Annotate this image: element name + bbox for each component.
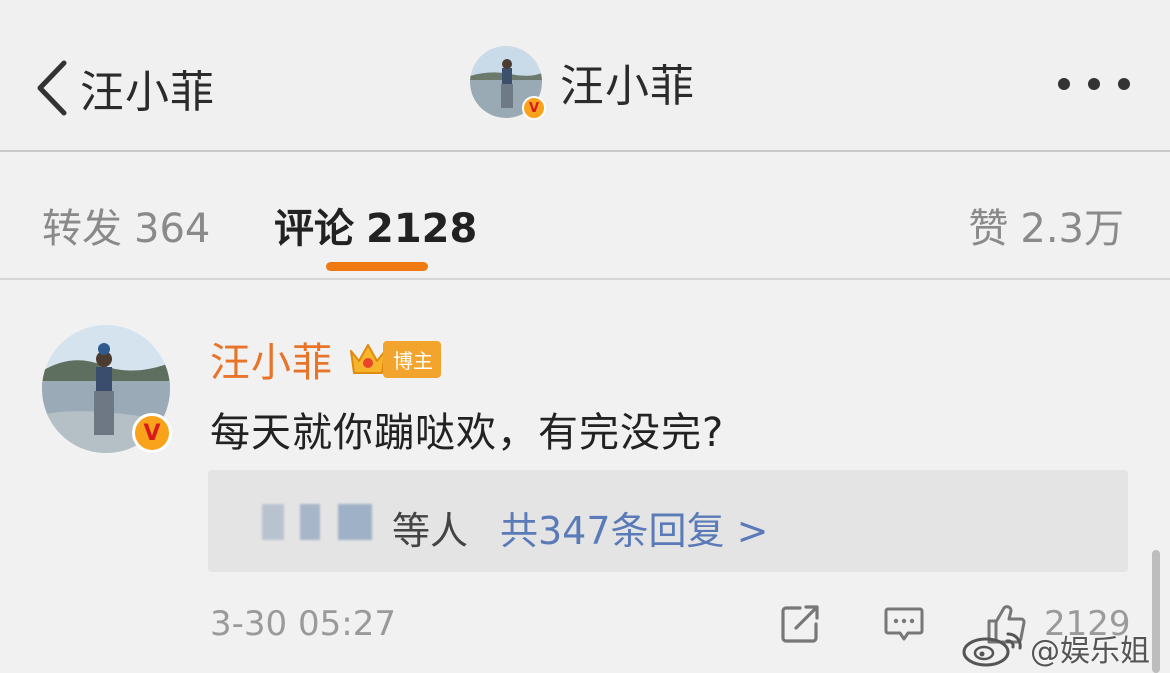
tab-reposts[interactable]: 转发 364 bbox=[42, 196, 210, 254]
weibo-logo-icon bbox=[962, 632, 1022, 667]
blurred-name bbox=[338, 504, 372, 540]
tab-comments-label: 评论 bbox=[274, 206, 354, 252]
back-button[interactable]: 汪小菲 bbox=[34, 56, 215, 120]
reply-summary[interactable]: 等人 共347条回复 > bbox=[208, 470, 1128, 572]
share-icon[interactable] bbox=[778, 602, 822, 646]
reply-users-suffix: 等人 bbox=[392, 509, 469, 553]
active-tab-indicator bbox=[326, 262, 428, 271]
tab-bar: 转发 364 评论 2128 赞 2.3万 bbox=[0, 152, 1170, 280]
blurred-name bbox=[262, 504, 284, 540]
comment-timestamp: 3-30 05:27 bbox=[210, 604, 396, 644]
back-label: 汪小菲 bbox=[80, 67, 215, 118]
host-badge: 博主 bbox=[347, 339, 441, 379]
scrollbar[interactable] bbox=[1152, 550, 1160, 673]
comment-user-line: 汪小菲 博主 bbox=[210, 330, 441, 388]
header-avatar[interactable]: V bbox=[470, 46, 546, 120]
comment-icon[interactable] bbox=[882, 602, 926, 646]
more-dots-icon[interactable] bbox=[1058, 78, 1130, 90]
tab-likes-count: 2.3万 bbox=[1020, 206, 1124, 252]
tab-likes[interactable]: 赞 2.3万 bbox=[968, 196, 1124, 254]
comment-username[interactable]: 汪小菲 bbox=[210, 330, 333, 388]
host-badge-label: 博主 bbox=[383, 340, 441, 378]
back-chevron-icon bbox=[37, 60, 67, 116]
tab-comments[interactable]: 评论 2128 bbox=[274, 196, 477, 254]
verified-badge: V bbox=[522, 96, 546, 120]
tab-reposts-label: 转发 bbox=[42, 206, 122, 252]
watermark: @娱乐姐 bbox=[960, 626, 1150, 670]
comment-text: 每天就你蹦哒欢，有完没完? bbox=[210, 410, 725, 456]
watermark-text: @娱乐姐 bbox=[1030, 634, 1150, 669]
tab-likes-label: 赞 bbox=[968, 206, 1009, 252]
blurred-name bbox=[300, 504, 320, 540]
comment-avatar[interactable]: V bbox=[42, 325, 172, 453]
verified-badge: V bbox=[132, 413, 172, 453]
header-profile[interactable]: V 汪小菲 bbox=[470, 46, 695, 120]
view-replies-link[interactable]: 共347条回复 > bbox=[500, 500, 768, 555]
tab-comments-count: 2128 bbox=[366, 206, 478, 252]
tab-reposts-count: 364 bbox=[134, 206, 211, 252]
page-title: 汪小菲 bbox=[560, 61, 695, 112]
top-bar: 汪小菲 V 汪小菲 bbox=[0, 0, 1170, 152]
